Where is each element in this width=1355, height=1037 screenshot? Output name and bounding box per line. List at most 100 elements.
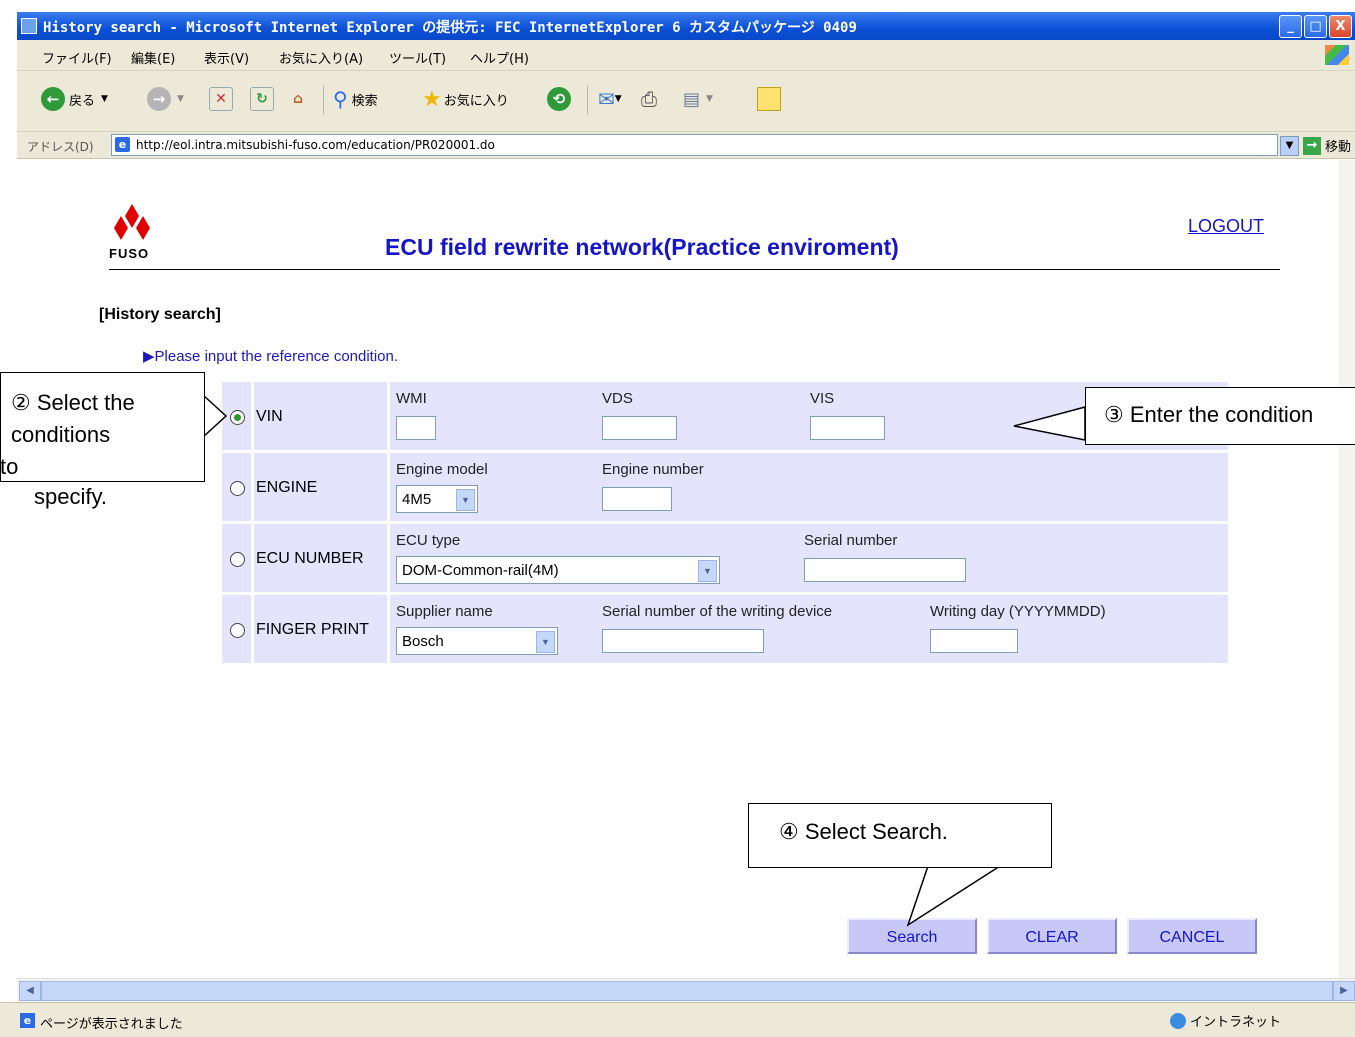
section-heading: [History search]: [99, 306, 221, 323]
cell-divider: [251, 453, 254, 521]
security-zone: イントラネット: [1170, 1011, 1281, 1030]
back-arrow-icon: ←: [41, 87, 65, 111]
print-button[interactable]: ⎙: [641, 85, 657, 113]
cell-divider: [387, 524, 390, 592]
fingerprint-radio[interactable]: [230, 623, 245, 638]
refresh-icon: ↻: [250, 87, 274, 111]
search-button[interactable]: Search: [847, 918, 977, 954]
note-icon: [757, 87, 781, 111]
mail-button[interactable]: ✉ ▼: [598, 85, 622, 113]
edit-dropdown-icon: ▼: [706, 94, 713, 104]
vis-input[interactable]: [810, 416, 885, 440]
vin-radio[interactable]: [230, 410, 245, 425]
device-serial-label: Serial number of the writing device: [602, 603, 833, 620]
engine-number-input[interactable]: [602, 487, 672, 511]
cell-divider: [251, 524, 254, 592]
maximize-button[interactable]: □: [1304, 15, 1327, 38]
scroll-right-icon[interactable]: ▶: [1333, 981, 1355, 1001]
engine-row: ENGINE Engine model 4M5 ▼ Engine number: [222, 453, 1228, 521]
device-serial-input[interactable]: [602, 629, 764, 653]
menu-favorites[interactable]: お気に入り(A): [279, 48, 363, 67]
messenger-button[interactable]: [757, 85, 781, 113]
menu-file[interactable]: ファイル(F): [42, 48, 112, 67]
fingerprint-label: FINGER PRINT: [256, 621, 369, 638]
go-label: 移動: [1325, 140, 1352, 155]
mail-dropdown-icon: ▼: [614, 94, 622, 104]
search-icon: ⚲: [333, 87, 348, 111]
engine-model-label: Engine model: [396, 461, 488, 478]
serial-number-input[interactable]: [804, 558, 966, 582]
edit-page-icon: ▤: [683, 88, 701, 110]
callout-select-text: ② Select the conditions: [11, 390, 135, 447]
instruction-text: ▶Please input the reference condition.: [143, 348, 399, 365]
callout-enter-text: ③ Enter the condition: [1104, 402, 1314, 427]
page-viewport: FUSO ECU field rewrite network(Practice …: [17, 160, 1339, 978]
home-button[interactable]: ⌂: [287, 85, 309, 113]
engine-number-label: Engine number: [602, 461, 704, 478]
go-button[interactable]: → 移動: [1303, 136, 1351, 155]
search-label: 検索: [351, 93, 378, 109]
vertical-scrollbar[interactable]: [1339, 160, 1355, 978]
back-dropdown-icon: ▼: [101, 94, 108, 104]
back-button[interactable]: ← 戻る ▼: [41, 85, 108, 113]
menu-help[interactable]: ヘルプ(H): [470, 48, 529, 67]
page-icon: e: [115, 137, 130, 152]
vds-input[interactable]: [602, 416, 677, 440]
search-conditions-table: VIN WMI VDS VIS ENGINE Engine model 4M5 …: [222, 382, 1228, 668]
engine-model-select[interactable]: 4M5 ▼: [396, 485, 478, 513]
chevron-down-icon: ▼: [536, 631, 555, 653]
serial-number-label: Serial number: [804, 532, 898, 549]
home-icon: ⌂: [292, 91, 304, 107]
clear-button[interactable]: CLEAR: [987, 918, 1117, 954]
logo-text: FUSO: [109, 246, 150, 261]
horizontal-scrollbar[interactable]: ◀ ▶: [17, 978, 1355, 1003]
search-button[interactable]: ⚲ 検索: [333, 85, 378, 113]
menu-tools[interactable]: ツール(T): [389, 48, 446, 67]
favorites-label: お気に入り: [443, 93, 509, 109]
titlebar-strip: History search - Microsoft Internet Expl…: [17, 12, 1355, 40]
scrollbar-thumb[interactable]: [41, 981, 1333, 1001]
windows-logo-icon: [1325, 45, 1349, 65]
supplier-name-select[interactable]: Bosch ▼: [396, 627, 558, 655]
fingerprint-row: FINGER PRINT Supplier name Bosch ▼ Seria…: [222, 595, 1228, 663]
ecu-type-label: ECU type: [396, 532, 461, 549]
cancel-button[interactable]: CANCEL: [1127, 918, 1257, 954]
ecu-type-select[interactable]: DOM-Common-rail(4M) ▼: [396, 556, 720, 584]
close-button[interactable]: X: [1329, 15, 1352, 38]
writing-day-input[interactable]: [930, 629, 1018, 653]
chevron-down-icon: ▼: [698, 560, 717, 582]
minimize-button[interactable]: _: [1279, 15, 1302, 38]
ecu-row: ECU NUMBER ECU type DOM-Common-rail(4M) …: [222, 524, 1228, 592]
address-dropdown-icon[interactable]: ▼: [1280, 136, 1299, 156]
scroll-left-icon[interactable]: ◀: [19, 981, 41, 1001]
forward-button[interactable]: → ▼: [147, 85, 184, 113]
address-input[interactable]: e http://eol.intra.mitsubishi-fuso.com/e…: [111, 134, 1278, 156]
address-bar: アドレス(D) e http://eol.intra.mitsubishi-fu…: [17, 132, 1355, 159]
ecu-label: ECU NUMBER: [256, 550, 364, 567]
history-icon: ⟲: [547, 87, 571, 111]
ecu-radio[interactable]: [230, 552, 245, 567]
forward-arrow-icon: →: [147, 87, 171, 111]
callout-select-search: ④ Select Search.: [748, 803, 1052, 868]
callout-select-conditions: ② Select the conditions: [0, 372, 205, 482]
logout-link[interactable]: LOGOUT: [1188, 216, 1264, 237]
engine-radio[interactable]: [230, 481, 245, 496]
toolbar-separator: [323, 85, 324, 115]
favorites-star-icon: ★: [422, 86, 442, 112]
intranet-globe-icon: [1170, 1012, 1186, 1029]
wmi-input[interactable]: [396, 416, 436, 440]
header-divider: [109, 269, 1280, 270]
chevron-down-icon: ▼: [456, 489, 475, 511]
favorites-button[interactable]: ★ お気に入り: [422, 85, 509, 113]
menu-edit[interactable]: 編集(E): [131, 48, 175, 67]
refresh-button[interactable]: ↻: [250, 85, 274, 113]
menu-view[interactable]: 表示(V): [204, 48, 249, 67]
stop-button[interactable]: ✕: [209, 85, 233, 113]
history-button[interactable]: ⟲: [547, 85, 571, 113]
edit-button[interactable]: ▤ ▼: [683, 85, 713, 113]
menu-bar: ファイル(F) 編集(E) 表示(V) お気に入り(A) ツール(T) ヘルプ(…: [17, 40, 1355, 71]
toolbar: ← 戻る ▼ → ▼ ✕ ↻ ⌂ ⚲ 検索 ★ お気に入り ⟲ ✉ ▼ ⎙ ▤ …: [17, 71, 1355, 132]
page-title: ECU field rewrite network(Practice envir…: [385, 234, 899, 260]
wmi-label: WMI: [396, 390, 427, 407]
callout-select-tail: specify.: [34, 484, 107, 509]
